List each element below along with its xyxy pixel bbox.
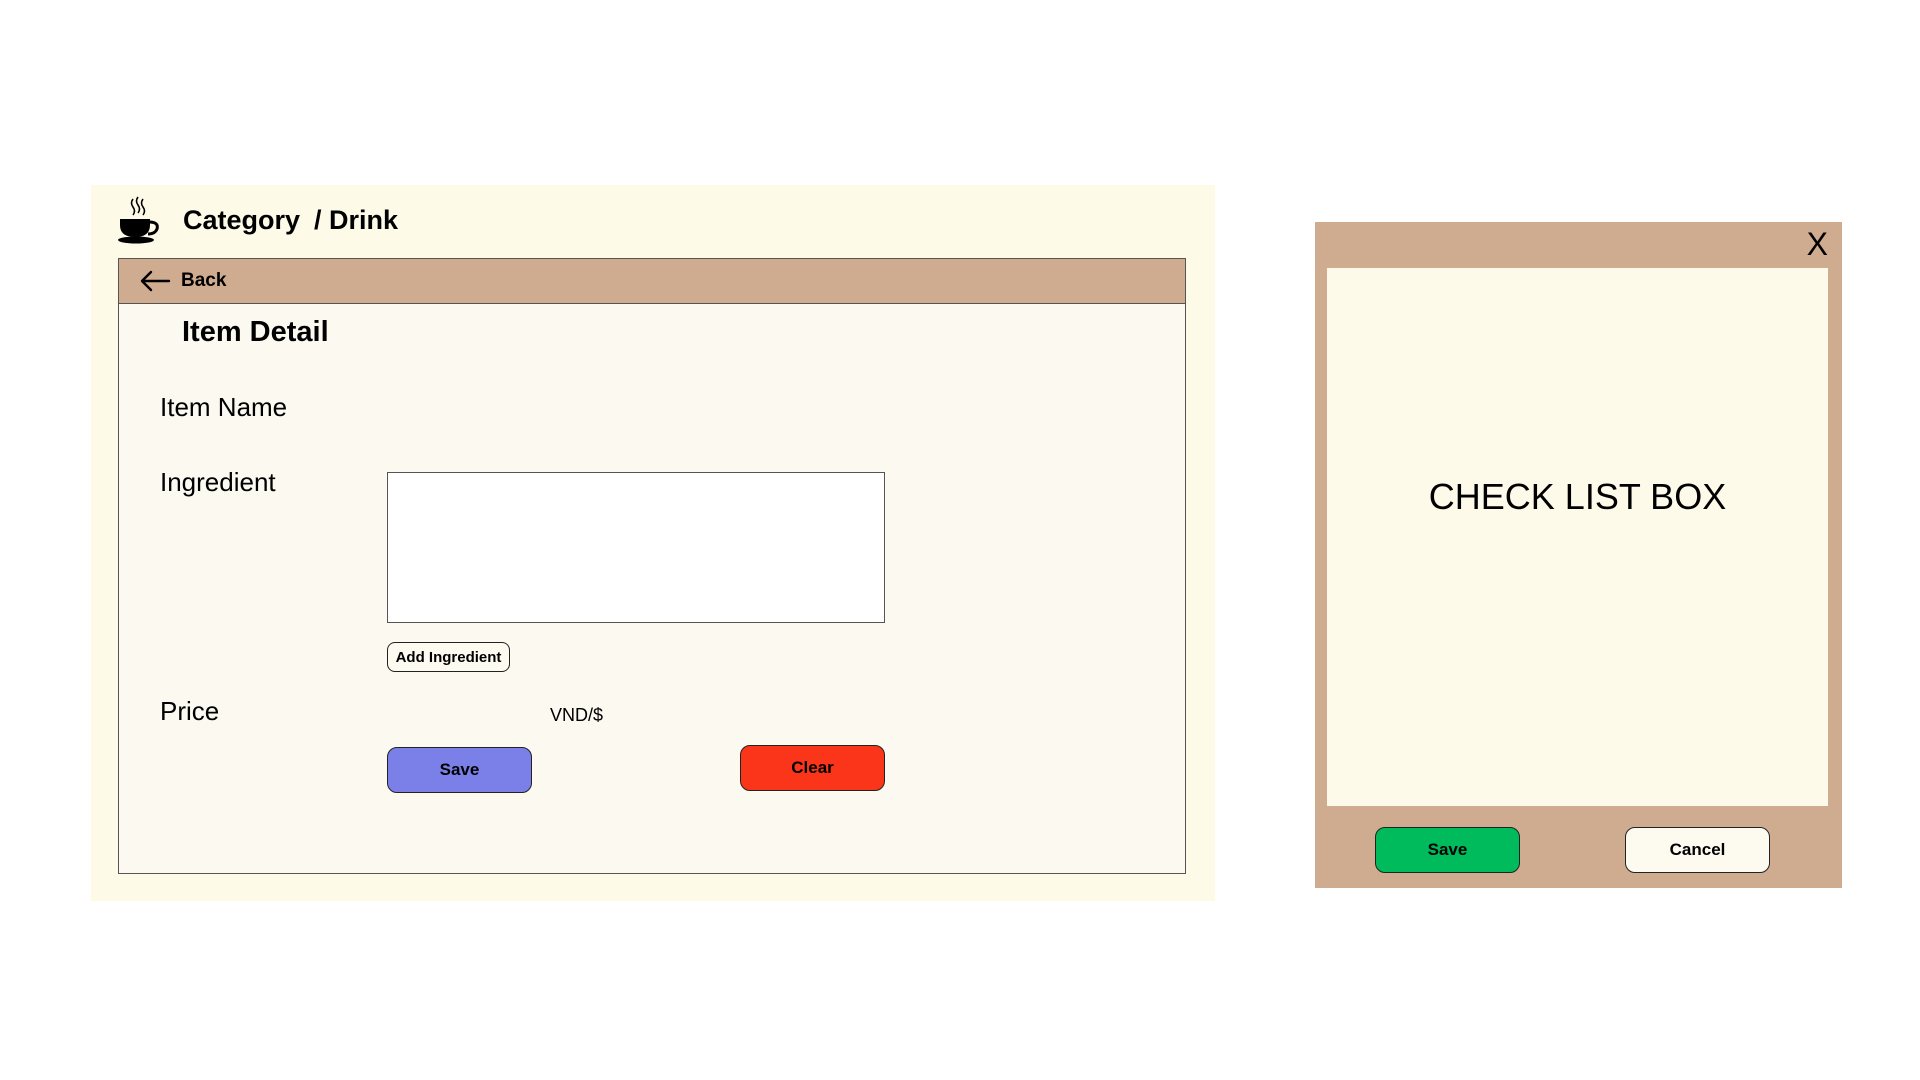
price-label: Price (160, 696, 220, 726)
add-ingredient-button[interactable]: Add Ingredient (387, 642, 510, 672)
arrow-left-icon (140, 270, 171, 292)
breadcrumb-category[interactable]: Category (183, 205, 300, 236)
item-detail-window: Category / Drink Back Item Detail Item N… (91, 185, 1215, 901)
breadcrumb-current: / Drink (314, 204, 399, 235)
content-panel: Back Item Detail Item Name Ingredient Ad… (118, 258, 1186, 874)
back-button[interactable]: Back (119, 259, 1185, 304)
check-list-box[interactable]: CHECK LIST BOX (1327, 268, 1828, 806)
breadcrumb: Category / Drink (117, 195, 398, 245)
item-name-label: Item Name (160, 392, 288, 422)
back-label: Back (181, 270, 227, 291)
dialog-cancel-button[interactable]: Cancel (1625, 827, 1770, 873)
ingredient-textarea[interactable] (387, 472, 885, 623)
coffee-cup-icon (118, 196, 159, 244)
currency-label: VND/$ (550, 705, 604, 725)
save-button[interactable]: Save (387, 747, 532, 793)
close-icon[interactable]: X (1807, 226, 1828, 263)
check-list-box-label: CHECK LIST BOX (1428, 476, 1727, 517)
clear-button[interactable]: Clear (740, 745, 885, 791)
ingredient-checklist-dialog: X CHECK LIST BOX Save Cancel (1315, 222, 1842, 888)
ingredient-label: Ingredient (160, 467, 276, 497)
dialog-save-button[interactable]: Save (1375, 827, 1520, 873)
page-title: Item Detail (182, 316, 329, 348)
